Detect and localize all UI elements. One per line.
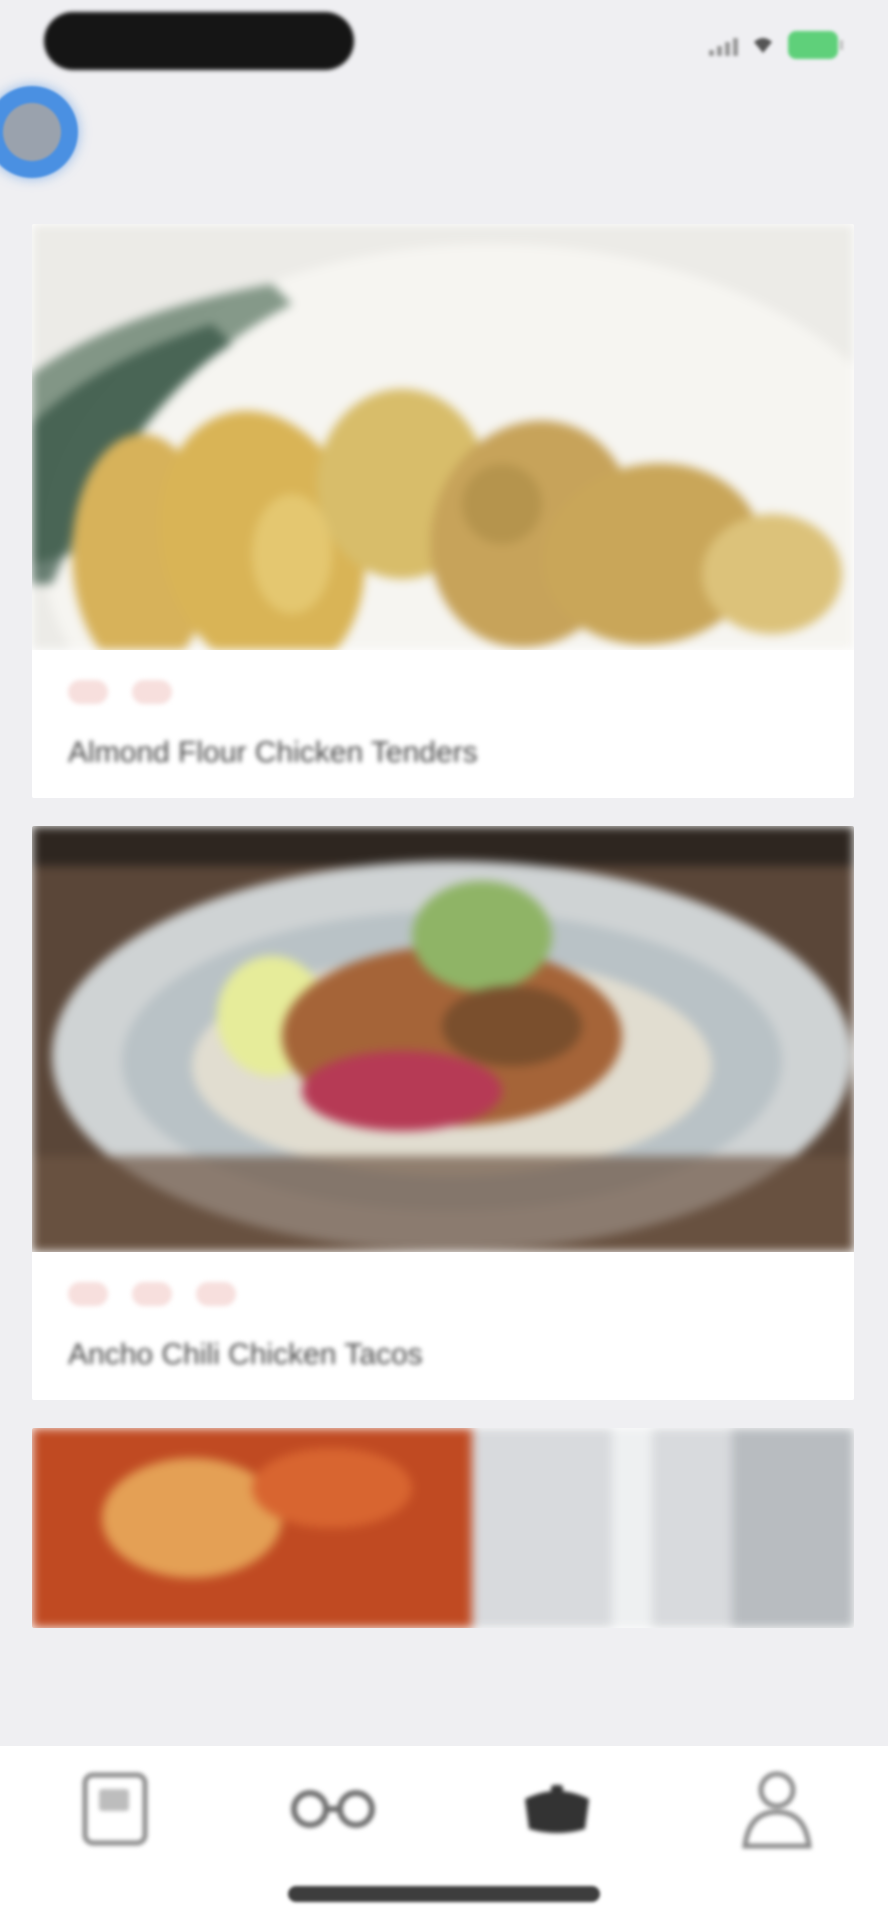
status-pill[interactable] <box>44 12 354 70</box>
nav-cook[interactable] <box>512 1764 602 1854</box>
recipe-title[interactable]: Almond Flour Chicken Tenders <box>68 736 818 770</box>
recipe-feed[interactable]: Almond Flour Chicken Tenders Ancho Chili… <box>32 224 854 1656</box>
battery-icon <box>788 31 843 59</box>
status-icons <box>709 28 843 62</box>
assistive-touch-button[interactable] <box>0 86 78 178</box>
recipe-tags <box>68 680 818 704</box>
recipe-tag[interactable] <box>68 1282 108 1306</box>
recipe-tag[interactable] <box>132 1282 172 1306</box>
recipe-tag[interactable] <box>68 680 108 704</box>
status-bar <box>0 0 888 90</box>
recipe-card-body: Ancho Chili Chicken Tacos <box>32 1252 854 1400</box>
recipe-image-tomato-dish[interactable] <box>32 1428 854 1628</box>
wifi-icon <box>754 38 772 53</box>
assistive-touch-icon <box>3 103 61 161</box>
recipe-card-body: Almond Flour Chicken Tenders <box>32 650 854 798</box>
profile-icon <box>742 1771 812 1849</box>
recipe-title[interactable]: Ancho Chili Chicken Tacos <box>68 1338 818 1372</box>
nav-meal-plan[interactable] <box>288 1764 378 1854</box>
recipe-tag[interactable] <box>196 1282 236 1306</box>
nav-profile[interactable] <box>732 1764 822 1854</box>
nav-recipes[interactable] <box>70 1764 160 1854</box>
signal-icon <box>709 34 738 56</box>
home-indicator[interactable] <box>288 1886 600 1902</box>
recipe-card[interactable]: Almond Flour Chicken Tenders <box>32 224 854 798</box>
recipe-image-chicken-tenders[interactable] <box>32 224 854 650</box>
recipe-book-icon <box>82 1772 148 1846</box>
recipe-tag[interactable] <box>132 680 172 704</box>
recipe-image-chicken-tacos[interactable] <box>32 826 854 1252</box>
recipe-card[interactable]: Ancho Chili Chicken Tacos <box>32 826 854 1400</box>
recipe-card[interactable] <box>32 1428 854 1628</box>
recipe-tags <box>68 1282 818 1306</box>
cooking-pot-icon <box>525 1785 589 1833</box>
meal-plan-icon <box>291 1790 375 1828</box>
